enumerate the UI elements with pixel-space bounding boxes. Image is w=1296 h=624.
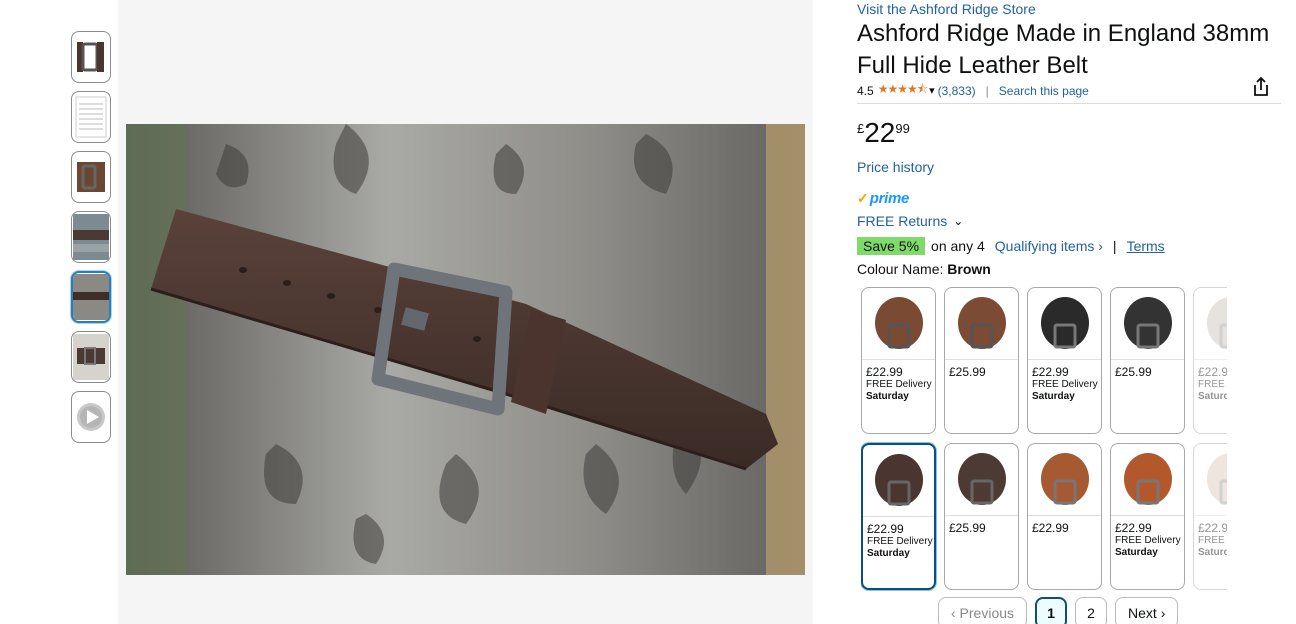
swatch-price: £22.99 (1032, 521, 1069, 535)
price-fraction: 99 (895, 121, 910, 136)
thumbnail-4[interactable] (71, 211, 111, 263)
swatch-day: Saturday (1198, 391, 1227, 402)
free-returns-label: FREE Returns (857, 213, 948, 229)
swatch-image (1028, 444, 1101, 516)
swatch-delivery: FREE Delivery (1198, 379, 1227, 390)
colour-swatch[interactable]: £22.99 FREE Delivery Saturday (1027, 287, 1102, 434)
save-badge: Save 5% (857, 237, 926, 255)
swatch-price: £22.99 (1115, 521, 1152, 535)
swatch-delivery: FREE Delivery (1198, 535, 1227, 546)
swatch-pagination: ‹ Previous 1 2 Next › (938, 597, 1179, 624)
swatch-price: £22.99 (866, 365, 903, 379)
swatch-delivery: FREE Delivery (866, 379, 932, 390)
swatch-day: Saturday (867, 548, 910, 559)
thumbnail-3[interactable] (71, 151, 111, 203)
chevron-down-icon: ⌄ (953, 214, 964, 228)
price: £ 22 99 (857, 118, 1287, 150)
video-thumbnail[interactable] (71, 391, 111, 443)
qualifying-items-link[interactable]: Qualifying items › (995, 238, 1103, 254)
swatch-day: Saturday (1198, 547, 1227, 558)
thumbnail-5[interactable] (71, 271, 111, 323)
prime-check-icon: ✓ (857, 189, 869, 206)
promotion-row: Save 5% on any 4 Qualifying items › | Te… (857, 237, 1287, 255)
product-title: Ashford Ridge Made in England 38mm Full … (857, 20, 1270, 79)
colour-value: Brown (947, 261, 991, 277)
terms-link[interactable]: Terms (1127, 238, 1165, 254)
colour-swatch[interactable]: £25.99 (944, 287, 1019, 434)
price-currency: £ (857, 121, 865, 136)
swatch-price: £25.99 (1115, 365, 1152, 379)
rating-value: 4.5 (857, 83, 874, 98)
swatch-price: £22.99 (1032, 365, 1069, 379)
swatch-price: £25.99 (949, 365, 986, 379)
colour-swatch[interactable]: £22.99 FREE Delivery Saturday (861, 287, 936, 434)
colour-swatch[interactable]: £22.99 FREE Delivery Saturday (1193, 443, 1227, 590)
colour-swatch[interactable]: £22.99 (1027, 443, 1102, 590)
colour-swatch[interactable]: £22.99 FREE Delivery Saturday (1193, 287, 1227, 434)
colour-swatch[interactable]: £25.99 (1110, 287, 1185, 434)
swatch-image (945, 444, 1018, 516)
main-product-image[interactable] (126, 124, 805, 575)
swatch-price: £22.99 (867, 522, 904, 536)
play-icon (77, 403, 105, 431)
swatch-image (1194, 444, 1227, 516)
ratings-count-link[interactable]: (3,833) (938, 84, 976, 98)
prime-logo: prime (869, 189, 910, 207)
price-history-link[interactable]: Price history (857, 159, 1287, 175)
belt-coil (874, 296, 923, 349)
free-returns-toggle[interactable]: FREE Returns ⌄ (857, 213, 1287, 229)
search-this-page-link[interactable]: Search this page (999, 84, 1089, 98)
previous-page-button[interactable]: ‹ Previous (938, 597, 1028, 624)
swatch-day: Saturday (1115, 547, 1158, 558)
colour-swatch[interactable]: £22.99 FREE Delivery Saturday (1110, 443, 1185, 590)
swatch-delivery: FREE Delivery (1115, 535, 1181, 546)
colour-name: Colour Name: Brown (857, 261, 1287, 277)
swatch-image (863, 445, 934, 517)
swatch-day: Saturday (866, 391, 909, 402)
thumbnail-list (71, 31, 111, 451)
chevron-down-icon[interactable]: ▾ (929, 84, 935, 97)
colour-label: Colour Name: (857, 261, 944, 277)
page-1-button[interactable]: 1 (1035, 597, 1068, 624)
swatch-image (1111, 444, 1184, 516)
swatch-image (862, 288, 935, 360)
swatch-delivery: FREE Delivery (1032, 379, 1098, 390)
image-pane (118, 0, 813, 624)
colour-swatch[interactable]: £25.99 (944, 443, 1019, 590)
separator: | (1112, 238, 1117, 254)
swatch-price: £22.99 (1198, 521, 1227, 535)
share-icon[interactable] (1251, 76, 1271, 98)
swatch-price: £25.99 (949, 521, 986, 535)
rating-row: 4.5 ★★★★⯪ ▾ (3,833) | Search this page (857, 76, 1281, 104)
swatch-image (1111, 288, 1184, 360)
swatch-delivery: FREE Delivery (867, 536, 933, 547)
swatch-image (1028, 288, 1101, 360)
product-details: Visit the Ashford Ridge Store Ashford Ri… (857, 0, 1287, 277)
swatch-day: Saturday (1032, 391, 1075, 402)
swatch-image (945, 288, 1018, 360)
price-whole: 22 (864, 117, 896, 148)
page-2-button[interactable]: 2 (1075, 597, 1108, 624)
store-link[interactable]: Visit the Ashford Ridge Store (857, 0, 1287, 18)
colour-swatch-grid: £22.99 FREE Delivery Saturday £25.99 £22… (861, 287, 1227, 591)
swatch-price: £22.99 (1198, 365, 1227, 379)
separator: | (985, 83, 989, 98)
promotion-text: on any 4 (931, 238, 985, 254)
colour-swatch-selected[interactable]: £22.99 FREE Delivery Saturday (861, 443, 936, 590)
thumbnail-6[interactable] (71, 331, 111, 383)
thumbnail-2[interactable] (71, 91, 111, 143)
next-page-button[interactable]: Next › (1115, 597, 1179, 624)
thumbnail-1[interactable] (71, 31, 111, 83)
star-rating-icon[interactable]: ★★★★⯪ (878, 80, 928, 101)
prime-badge: ✓ prime (857, 189, 1287, 207)
swatch-image (1194, 288, 1227, 360)
